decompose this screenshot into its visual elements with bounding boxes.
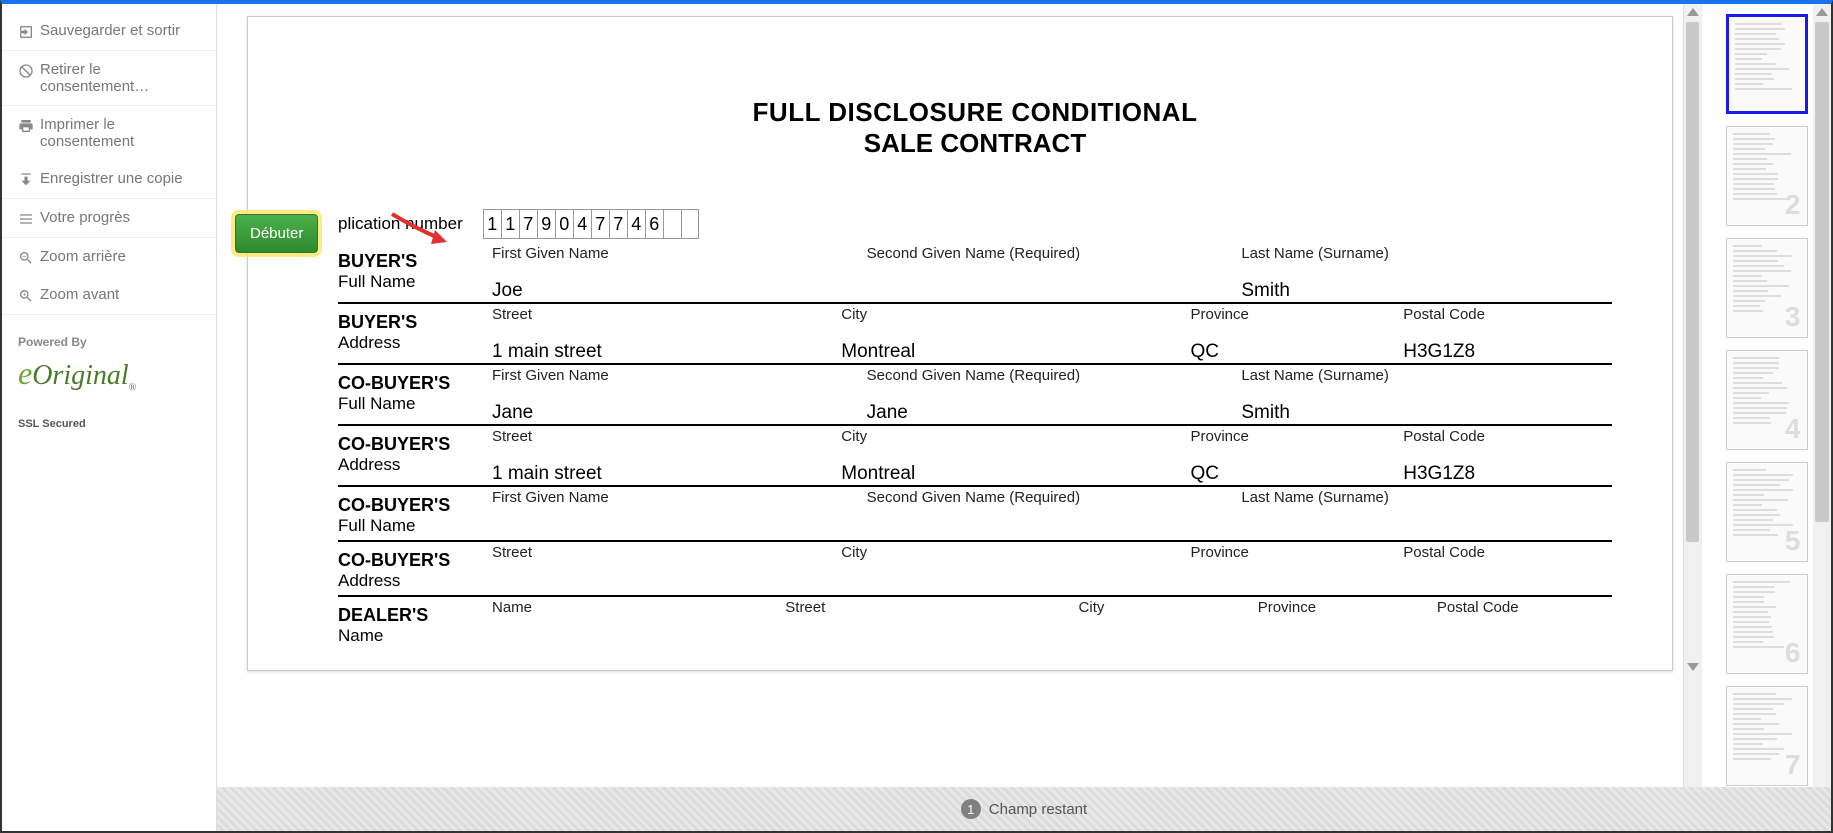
start-button[interactable]: Débuter xyxy=(235,214,318,253)
cobuyer2-address-row: CO-BUYER'SAddress Street City Province P… xyxy=(338,544,1612,597)
document-scrollbar[interactable] xyxy=(1683,4,1701,831)
sidebar-progress[interactable]: Votre progrès xyxy=(2,199,216,238)
doc-title-2: SALE CONTRACT xyxy=(338,128,1612,159)
thumbnail-page-2[interactable]: 2 xyxy=(1726,126,1808,226)
sidebar-zoom-in[interactable]: Zoom avant xyxy=(2,276,216,314)
list-icon xyxy=(18,211,34,227)
zoom-out-icon xyxy=(18,250,34,266)
app-window: Sauvegarder et sortir Retirer le consent… xyxy=(0,0,1833,833)
dealer-row: DEALER'SName Name Street City Province P… xyxy=(338,599,1612,650)
buyer-name-row: BUYER'SFull Name First Given NameJoe Sec… xyxy=(338,245,1612,304)
thumbnail-panel: 2 3 4 5 6 7 xyxy=(1701,4,1831,831)
document-page[interactable]: FULL DISCLOSURE CONDITIONAL SALE CONTRAC… xyxy=(247,16,1673,671)
remaining-count-badge: 1 xyxy=(961,799,981,819)
sidebar-label: Zoom arrière xyxy=(40,248,200,265)
print-icon xyxy=(18,118,34,134)
powered-by-label: Powered By xyxy=(2,315,216,355)
annotation-arrow-icon xyxy=(387,204,457,259)
sidebar-label: Sauvegarder et sortir xyxy=(40,22,200,39)
thumbnail-page-6[interactable]: 6 xyxy=(1726,574,1808,674)
application-number-value: 1179047746 xyxy=(483,209,699,239)
ssl-secured-label: SSL Secured xyxy=(2,406,216,442)
sidebar-save-copy[interactable]: Enregistrer une copie xyxy=(2,160,216,198)
remaining-label: Champ restant xyxy=(989,801,1087,818)
eoriginal-logo: eOriginal® xyxy=(2,355,216,406)
thumbnail-page-7[interactable]: 7 xyxy=(1726,686,1808,786)
cobuyer2-name-row: CO-BUYER'SFull Name First Given Name Sec… xyxy=(338,489,1612,542)
sidebar-save-exit[interactable]: Sauvegarder et sortir xyxy=(2,12,216,51)
document-viewer: Débuter FULL DISCLOSURE CONDITIONAL SALE… xyxy=(217,4,1831,831)
doc-title-1: FULL DISCLOSURE CONDITIONAL xyxy=(338,97,1612,128)
scrollbar-thumb[interactable] xyxy=(1686,22,1699,542)
application-number-row: plication number 1179047746 xyxy=(338,209,1612,239)
cobuyer-name-row: CO-BUYER'SFull Name First Given NameJane… xyxy=(338,367,1612,426)
sidebar-label: Votre progrès xyxy=(40,209,200,226)
zoom-in-icon xyxy=(18,288,34,304)
sidebar-label: Zoom avant xyxy=(40,286,200,303)
thumbnail-page-5[interactable]: 5 xyxy=(1726,462,1808,562)
sidebar-zoom-out[interactable]: Zoom arrière xyxy=(2,238,216,276)
sidebar: Sauvegarder et sortir Retirer le consent… xyxy=(2,4,217,831)
scrollbar-thumb[interactable] xyxy=(1815,22,1829,522)
thumbnail-page-4[interactable]: 4 xyxy=(1726,350,1808,450)
status-footer: 1 Champ restant xyxy=(217,787,1831,831)
prohibit-icon xyxy=(18,63,34,79)
thumbnail-page-3[interactable]: 3 xyxy=(1726,238,1808,338)
sidebar-label: Retirer le consentement… xyxy=(40,61,200,95)
sidebar-label: Enregistrer une copie xyxy=(40,170,200,187)
thumbnail-page-1[interactable] xyxy=(1726,14,1808,114)
exit-icon xyxy=(18,24,34,40)
thumbnail-scrollbar[interactable] xyxy=(1813,4,1831,831)
sidebar-withdraw-consent[interactable]: Retirer le consentement… xyxy=(2,51,216,106)
download-icon xyxy=(18,172,34,188)
cobuyer-address-row: CO-BUYER'SAddress Street1 main street Ci… xyxy=(338,428,1612,487)
document-area: Débuter FULL DISCLOSURE CONDITIONAL SALE… xyxy=(217,4,1683,831)
sidebar-label: Imprimer le consentement xyxy=(40,116,200,150)
buyer-address-row: BUYER'SAddress Street1 main street CityM… xyxy=(338,306,1612,365)
sidebar-print-consent[interactable]: Imprimer le consentement xyxy=(2,106,216,160)
